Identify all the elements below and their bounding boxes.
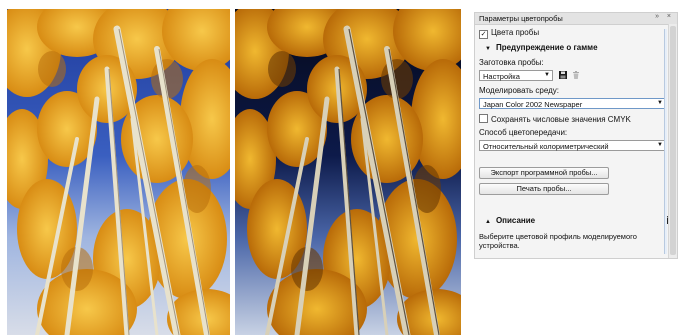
delete-icon[interactable] <box>572 71 580 79</box>
panel-title: Параметры цветопробы <box>479 14 563 23</box>
gamut-warning-section[interactable]: ▼ Предупреждение о гамме <box>479 43 598 52</box>
panel-titlebar: Параметры цветопробы » × <box>475 13 677 25</box>
panel-window-buttons[interactable]: » × <box>655 13 674 20</box>
chevron-down-icon: ▼ <box>657 100 663 106</box>
color-proof-row[interactable]: ✓ Цвета пробы <box>479 28 539 39</box>
color-proof-label: Цвета пробы <box>491 28 540 37</box>
panel-divider <box>664 29 667 254</box>
simulate-label: Моделировать среду: <box>479 86 560 95</box>
save-icon[interactable] <box>559 71 567 79</box>
preserve-cmyk-checkbox[interactable] <box>479 114 488 123</box>
proofed-photo <box>235 9 461 335</box>
description-section[interactable]: ▲ Описание <box>479 216 535 225</box>
aspen-forest-original-image <box>7 9 230 335</box>
description-text: Выберите цветовой профиль моделируемого … <box>479 232 637 250</box>
preserve-cmyk-row[interactable]: Сохранять числовые значения CMYK <box>479 114 631 124</box>
panel-scrollbar[interactable] <box>668 24 677 258</box>
rendering-intent-dropdown[interactable]: Относительный колориметрический ▼ <box>479 140 666 151</box>
expand-arrow-icon[interactable]: ▼ <box>485 46 491 52</box>
preset-value: Настройка <box>483 72 520 81</box>
chevron-down-icon: ▼ <box>544 72 550 78</box>
gamut-warning-label: Предупреждение о гамме <box>495 43 598 52</box>
original-photo <box>7 9 230 335</box>
aspen-forest-proofed-image <box>235 9 461 335</box>
export-soft-proof-button[interactable]: Экспорт программной пробы... <box>479 167 609 179</box>
preset-label: Заготовка пробы: <box>479 58 544 67</box>
description-label: Описание <box>495 216 536 225</box>
color-proof-checkbox[interactable]: ✓ <box>479 30 488 39</box>
rendering-value: Относительный колориметрический <box>483 142 609 151</box>
preserve-cmyk-label: Сохранять числовые значения CMYK <box>491 115 631 124</box>
rendering-label: Способ цветопередачи: <box>479 128 568 137</box>
simulate-environment-dropdown[interactable]: Japan Color 2002 Newspaper ▼ <box>479 98 666 109</box>
print-proof-button[interactable]: Печать пробы... <box>479 183 609 195</box>
scrollbar-thumb[interactable] <box>670 26 676 255</box>
simulate-value: Japan Color 2002 Newspaper <box>483 100 583 109</box>
preset-dropdown[interactable]: Настройка ▼ <box>479 70 553 81</box>
proof-settings-panel: Параметры цветопробы » × ✓ Цвета пробы ▼ П… <box>474 12 678 259</box>
collapse-arrow-icon[interactable]: ▲ <box>485 219 491 225</box>
chevron-down-icon: ▼ <box>657 142 663 148</box>
